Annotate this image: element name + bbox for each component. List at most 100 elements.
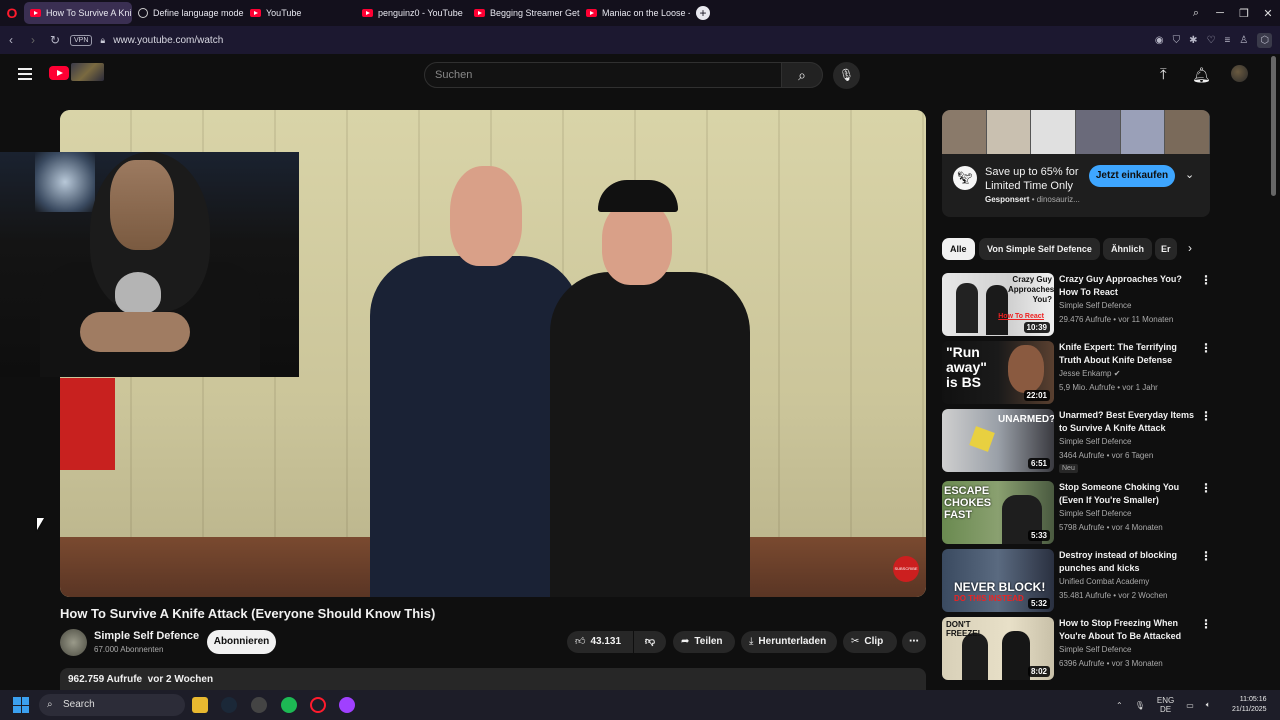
chip-all[interactable]: Alle — [942, 238, 975, 260]
channel-name[interactable]: Simple Self Defence — [1059, 509, 1131, 518]
tab-search-icon[interactable]: ⌕ — [1184, 7, 1208, 20]
list-item[interactable]: "Run away" is BS 22:01 Knife Expert: The… — [942, 341, 1212, 405]
ad-title[interactable]: Save up to 65% for Limited Time Only — [985, 165, 1095, 193]
back-icon[interactable]: ‹ — [0, 33, 22, 47]
microphone-tray-icon[interactable]: 🎙︎ — [1135, 701, 1145, 710]
profile-icon[interactable]: ♙ — [1239, 35, 1248, 46]
video-thumbnail[interactable]: ESCAPE CHOKES FAST 5:33 — [942, 481, 1054, 544]
more-actions-button[interactable]: ⋯ — [902, 631, 926, 653]
share-button[interactable]: ➦ Teilen — [673, 631, 735, 653]
chevron-down-icon[interactable]: ⌄ — [1185, 168, 1194, 181]
more-vertical-icon[interactable]: ⋮ — [1200, 273, 1212, 287]
opera-taskbar-icon[interactable] — [310, 697, 326, 713]
chevron-right-icon[interactable]: › — [1188, 241, 1192, 255]
steam-icon[interactable] — [221, 697, 237, 713]
volume-icon[interactable]: 🔈︎ — [1206, 700, 1211, 710]
video-thumbnail[interactable]: Crazy Guy Approaches You? How To React 1… — [942, 273, 1054, 336]
heart-icon[interactable]: ♡ — [1206, 35, 1215, 46]
clip-button[interactable]: ✂ Clip — [843, 631, 897, 653]
app-gear-icon[interactable] — [251, 697, 267, 713]
channel-name[interactable]: Simple Self Defence — [94, 630, 199, 642]
extension-icon[interactable]: ✱ — [1189, 35, 1197, 46]
opera-logo-icon[interactable]: O — [0, 0, 24, 26]
page-scrollbar[interactable] — [1271, 56, 1276, 196]
channel-name[interactable]: Simple Self Defence — [1059, 437, 1131, 446]
more-vertical-icon[interactable]: ⋮ — [1200, 481, 1212, 495]
chevron-up-icon[interactable]: ⌃ — [1116, 701, 1123, 710]
dislike-button[interactable]: 👎︎ — [634, 631, 666, 653]
video-title[interactable]: Crazy Guy Approaches You? How To React — [1059, 273, 1201, 299]
sponsored-ad-card[interactable]: 🦖︎ Save up to 65% for Limited Time Only … — [942, 110, 1210, 217]
ad-shop-now-button[interactable]: Jetzt einkaufen — [1089, 165, 1175, 187]
menu-icon[interactable]: ≡ — [1224, 35, 1230, 46]
search-input[interactable]: Suchen — [424, 62, 782, 88]
video-thumbnail[interactable]: "Run away" is BS 22:01 — [942, 341, 1054, 404]
chip-from-channel[interactable]: Von Simple Self Defence — [979, 238, 1100, 260]
voice-search-button[interactable]: 🎙︎ — [833, 62, 860, 89]
more-vertical-icon[interactable]: ⋮ — [1200, 617, 1212, 631]
tab-youtube[interactable]: YouTube — [244, 2, 356, 24]
opera-gx-icon[interactable] — [339, 697, 355, 713]
list-item[interactable]: ESCAPE CHOKES FAST 5:33 Stop Someone Cho… — [942, 481, 1212, 545]
chip-similar[interactable]: Ähnlich — [1103, 238, 1152, 260]
channel-name[interactable]: Simple Self Defence — [1059, 645, 1131, 654]
video-title[interactable]: Stop Someone Choking You (Even If You're… — [1059, 481, 1201, 507]
close-icon[interactable]: ✕ — [1256, 7, 1280, 20]
video-thumbnail[interactable]: UNARMED? 6:51 — [942, 409, 1054, 472]
description-box[interactable]: 962.759 Aufrufe vor 2 Wochen — [60, 668, 926, 690]
video-title[interactable]: Destroy instead of blocking punches and … — [1059, 549, 1201, 575]
new-tab-button[interactable]: + — [696, 6, 710, 20]
channel-name[interactable]: Jesse Enkamp ✔ — [1059, 369, 1120, 378]
list-item[interactable]: Crazy Guy Approaches You? How To React 1… — [942, 273, 1212, 337]
video-title[interactable]: How to Stop Freezing When You're About T… — [1059, 617, 1201, 643]
language-indicator[interactable]: ENG DE — [1157, 696, 1174, 714]
network-icon[interactable]: ▭ — [1186, 701, 1194, 710]
more-vertical-icon[interactable]: ⋮ — [1200, 341, 1212, 355]
vpn-badge[interactable]: VPN — [70, 34, 93, 46]
spotify-icon[interactable] — [281, 697, 297, 713]
more-vertical-icon[interactable]: ⋮ — [1200, 549, 1212, 563]
tab-maniac-on-the-loose[interactable]: Maniac on the Loose - Yo — [580, 2, 690, 24]
video-thumbnail[interactable]: NEVER BLOCK! DO THIS INSTEAD 5:32 — [942, 549, 1054, 612]
system-clock[interactable]: 11:05:16 21/11/2025 — [1232, 695, 1267, 715]
channel-avatar[interactable] — [60, 629, 87, 656]
tab-active[interactable]: How To Survive A Kni — [24, 2, 132, 24]
list-item[interactable]: DON'T FREEZE! 8:02 How to Stop Freezing … — [942, 617, 1212, 681]
channel-name[interactable]: Unified Combat Academy — [1059, 577, 1149, 586]
tab-begging-streamer[interactable]: Begging Streamer Gets Ca — [468, 2, 580, 24]
maximize-icon[interactable]: ❐ — [1232, 7, 1256, 20]
like-button[interactable]: 👍︎ 43.131 — [567, 631, 633, 653]
channel-name[interactable]: Simple Self Defence — [1059, 301, 1131, 310]
video-title[interactable]: Unarmed? Best Everyday Items to Survive … — [1059, 409, 1201, 435]
notifications-bell-icon[interactable]: 🔔︎ — [1192, 66, 1211, 84]
tab-define-language-model[interactable]: Define language model — [132, 2, 244, 24]
youtube-doodle-logo[interactable] — [71, 63, 104, 81]
hamburger-menu-icon[interactable] — [18, 68, 32, 83]
sidebar-cube-icon[interactable]: ⬡ — [1257, 32, 1272, 48]
video-thumbnail[interactable]: DON'T FREEZE! 8:02 — [942, 617, 1054, 680]
youtube-logo-icon[interactable] — [49, 66, 69, 80]
subscribe-watermark-badge[interactable]: SUBSCRIBE — [893, 556, 919, 582]
search-button[interactable]: ⌕ — [781, 62, 823, 88]
list-item[interactable]: NEVER BLOCK! DO THIS INSTEAD 5:32 Destro… — [942, 549, 1212, 613]
upload-icon[interactable]: ⤒ — [1160, 66, 1167, 83]
chip-more[interactable]: Er — [1155, 238, 1177, 260]
windows-start-icon[interactable] — [13, 697, 29, 713]
tab-penguinz0[interactable]: penguinz0 - YouTube — [356, 2, 468, 24]
subscribe-button[interactable]: Abonnieren — [207, 630, 276, 654]
download-button[interactable]: ⤓ Herunterladen — [741, 631, 837, 653]
account-avatar[interactable] — [1231, 65, 1248, 82]
lock-icon[interactable]: 🔒︎ — [100, 35, 105, 46]
minimize-icon[interactable]: ─ — [1208, 7, 1232, 19]
more-vertical-icon[interactable]: ⋮ — [1200, 409, 1212, 423]
duration-badge: 8:02 — [1027, 666, 1050, 677]
forward-icon[interactable]: › — [22, 33, 44, 47]
video-title[interactable]: Knife Expert: The Terrifying Truth About… — [1059, 341, 1201, 367]
shield-icon[interactable]: ⛉ — [1173, 35, 1181, 46]
list-item[interactable]: UNARMED? 6:51 Unarmed? Best Everyday Ite… — [942, 409, 1212, 473]
camera-icon[interactable]: ◉ — [1155, 35, 1164, 46]
url-field[interactable]: www.youtube.com/watch — [113, 35, 223, 46]
reload-icon[interactable]: ↻ — [44, 33, 66, 47]
file-explorer-icon[interactable] — [192, 697, 208, 713]
taskbar-search[interactable]: ⌕ Search — [39, 694, 185, 716]
